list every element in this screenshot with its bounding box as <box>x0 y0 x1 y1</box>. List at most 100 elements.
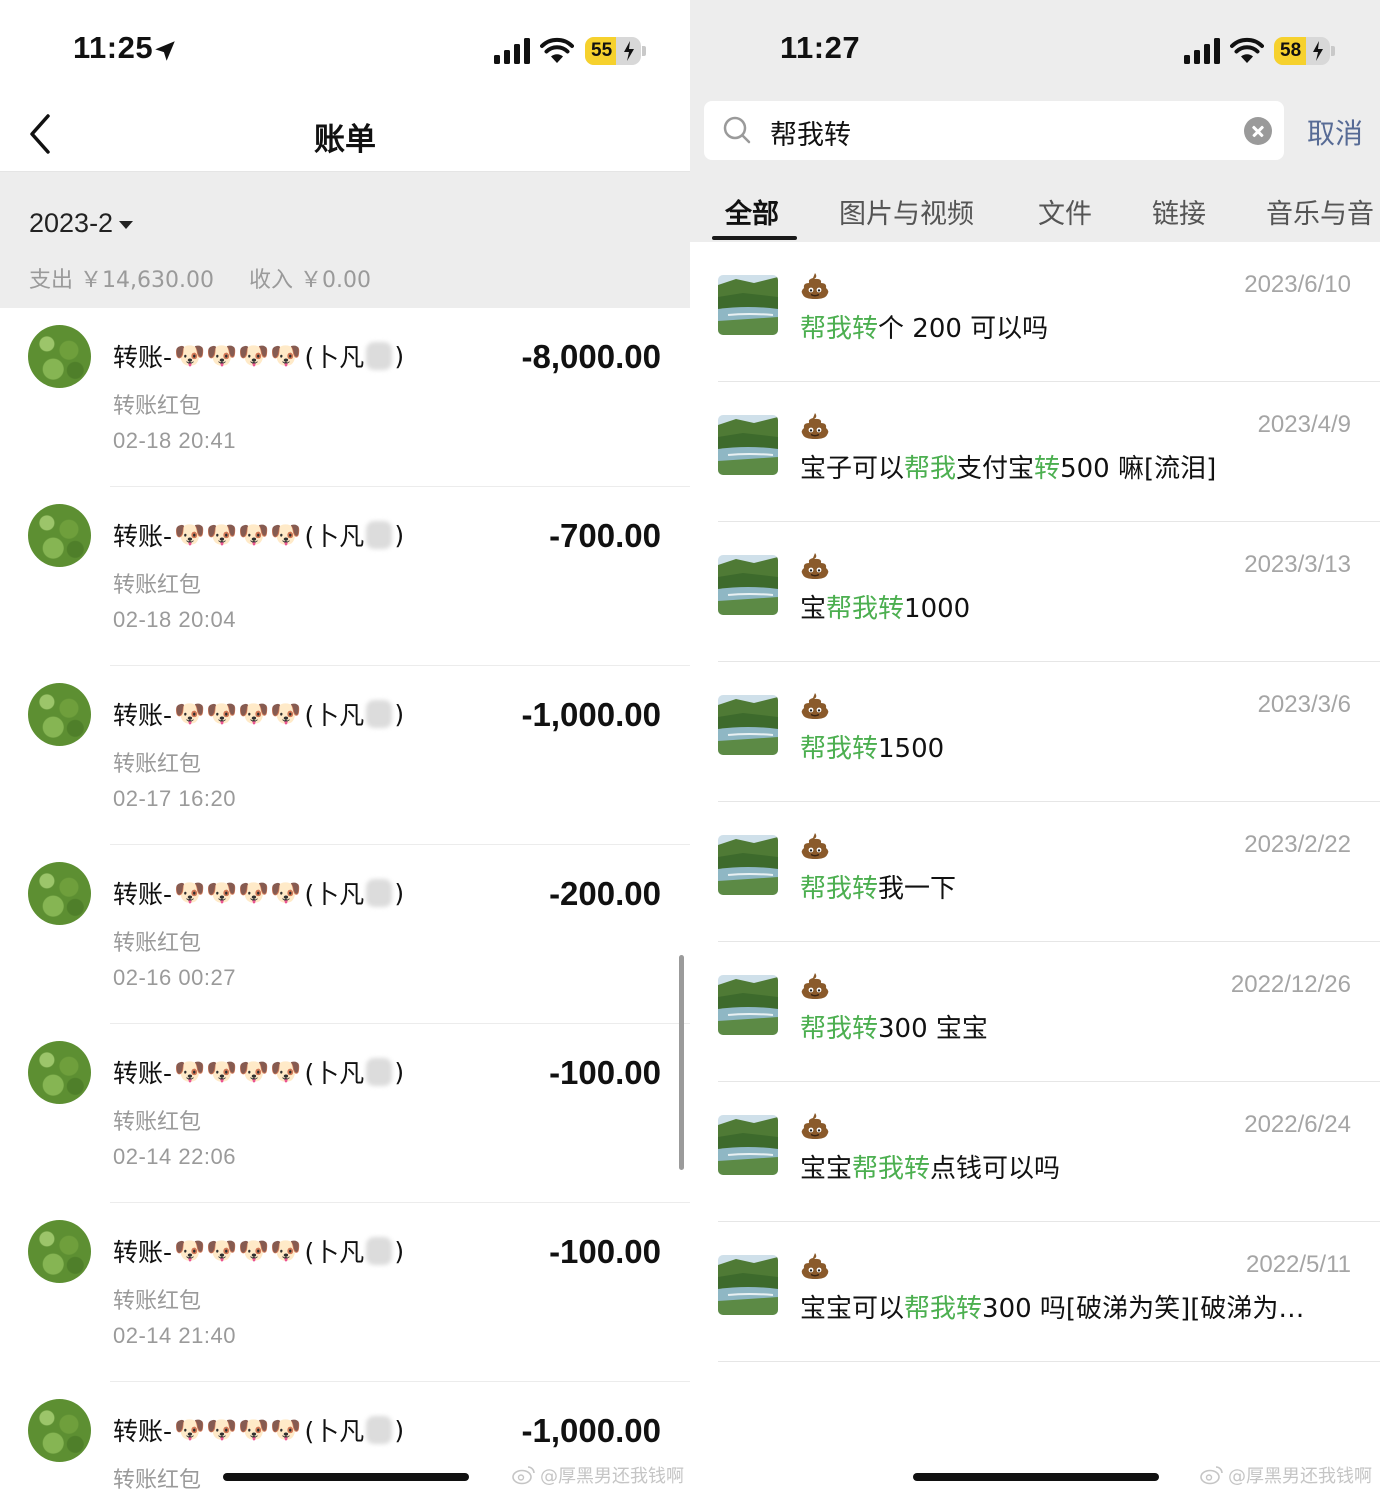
message-date: 2022/6/24 <box>1244 1111 1351 1138</box>
avatar <box>28 683 91 746</box>
message-date: 2023/6/10 <box>1244 271 1351 298</box>
clear-icon[interactable] <box>1244 117 1272 145</box>
bill-type: 转账红包 <box>113 931 202 956</box>
bill-suffix: ) <box>394 1057 405 1087</box>
tab-images-videos[interactable]: 图片与视频 <box>839 192 974 231</box>
battery-nub <box>1331 46 1335 56</box>
poop-icon <box>800 692 830 720</box>
message-text: 宝子可以 <box>800 454 905 484</box>
bill-row[interactable]: 转账- 🐶🐶🐶🐶 (卜凡) 转账红包 02-14 22:06 -100.00 <box>0 1024 690 1203</box>
avatar <box>28 1220 91 1283</box>
caret-down-icon <box>119 220 134 229</box>
search-query: 帮我转 <box>770 120 851 151</box>
avatar <box>28 504 91 567</box>
search-result-item[interactable]: 2022/5/11 宝宝可以帮我转300 吗[破涕为笑][破涕为… <box>690 1222 1380 1362</box>
tab-all[interactable]: 全部 <box>725 192 779 231</box>
keyword-highlight: 帮我转 <box>800 1014 879 1044</box>
poop-icon <box>800 412 830 440</box>
home-indicator[interactable] <box>223 1473 469 1481</box>
search-result-item[interactable]: 2023/3/13 宝帮我转1000 <box>690 522 1380 662</box>
chat-search-screen: 11:27 58 帮我转 取消 全部 图片与视频 文件 链接 音乐与音 2023… <box>690 0 1380 1496</box>
bill-amount: -100.00 <box>549 1233 661 1270</box>
tab-music-audio[interactable]: 音乐与音 <box>1266 192 1374 231</box>
keyword-highlight: 帮我转 <box>826 594 905 624</box>
bill-type: 转账红包 <box>113 752 202 777</box>
cancel-button[interactable]: 取消 <box>1307 112 1363 152</box>
month-selector[interactable]: 2023-2 <box>29 208 134 239</box>
poop-icon <box>800 1112 830 1140</box>
weibo-icon <box>1200 1466 1223 1485</box>
bill-type: 转账红包 <box>113 1289 202 1314</box>
tab-files[interactable]: 文件 <box>1038 192 1092 231</box>
dog-emoji-icon: 🐶🐶🐶🐶 <box>174 1236 303 1265</box>
bill-suffix: ) <box>394 878 405 908</box>
search-result-item[interactable]: 2023/4/9 宝子可以帮我支付宝转500 嘛[流泪] <box>690 382 1380 522</box>
nav-bar: 账单 <box>0 100 690 172</box>
bill-time: 02-17 16:20 <box>113 786 236 811</box>
dog-emoji-icon: 🐶🐶🐶🐶 <box>174 1415 303 1444</box>
payee-name: (卜凡 <box>304 522 365 551</box>
bill-row[interactable]: 转账- 🐶🐶🐶🐶 (卜凡) 转账红包 02-14 21:40 -100.00 <box>0 1203 690 1382</box>
bill-suffix: ) <box>394 520 405 550</box>
watermark: @厚黑男还我钱啊 <box>1200 1462 1372 1488</box>
poop-icon <box>800 552 830 580</box>
search-input[interactable]: 帮我转 <box>704 101 1284 160</box>
blurred-text <box>366 342 393 370</box>
bill-time: 02-14 21:40 <box>113 1323 236 1348</box>
chat-avatar <box>718 275 778 335</box>
home-indicator[interactable] <box>913 1473 1159 1481</box>
payee-name: (卜凡 <box>304 701 365 730</box>
search-result-item[interactable]: 2023/6/10 帮我转个 200 可以吗 <box>690 242 1380 382</box>
bill-row[interactable]: 转账- 🐶🐶🐶🐶 (卜凡) 转账红包 02-18 20:04 -700.00 <box>0 487 690 666</box>
income-total: 收入 ￥0.00 <box>248 268 371 293</box>
bill-row[interactable]: 转账- 🐶🐶🐶🐶 (卜凡) 转账红包 02-17 16:20 -1,000.00 <box>0 666 690 845</box>
avatar <box>28 1041 91 1104</box>
bill-suffix: ) <box>394 1415 405 1445</box>
bill-prefix: 转账- <box>113 522 173 551</box>
search-result-item[interactable]: 2023/3/6 帮我转1500 <box>690 662 1380 802</box>
blurred-text <box>366 879 393 907</box>
bill-suffix: ) <box>394 341 405 371</box>
keyword-highlight: 帮我转 <box>852 1154 931 1184</box>
bill-title: 转账- 🐶🐶🐶🐶 (卜凡) <box>113 875 404 911</box>
search-result-item[interactable]: 2023/2/22 帮我转我一下 <box>690 802 1380 942</box>
bill-prefix: 转账- <box>113 1417 173 1446</box>
watermark: @厚黑男还我钱啊 <box>512 1462 684 1488</box>
message-text: 500 嘛[流泪] <box>1060 454 1217 484</box>
signal-icon <box>1184 38 1220 64</box>
search-icon <box>723 116 751 144</box>
page-title: 账单 <box>314 122 376 158</box>
charging-bolt-icon <box>624 41 634 61</box>
bill-title: 转账- 🐶🐶🐶🐶 (卜凡) <box>113 1412 404 1448</box>
status-time: 11:27 <box>780 30 861 65</box>
bill-type: 转账红包 <box>113 394 202 419</box>
scrollbar[interactable] <box>679 955 684 1170</box>
chat-avatar <box>718 1115 778 1175</box>
tab-links[interactable]: 链接 <box>1152 192 1206 231</box>
payee-name: (卜凡 <box>304 343 365 372</box>
avatar <box>28 862 91 925</box>
bill-time: 02-18 20:04 <box>113 607 236 632</box>
keyword-highlight: 帮我转 <box>904 1294 983 1324</box>
chat-avatar <box>718 695 778 755</box>
search-result-item[interactable]: 2022/12/26 帮我转300 宝宝 <box>690 942 1380 1082</box>
dog-emoji-icon: 🐶🐶🐶🐶 <box>174 520 303 549</box>
month-label: 2023-2 <box>29 208 114 238</box>
bill-suffix: ) <box>394 699 405 729</box>
payee-name: (卜凡 <box>304 1238 365 1267</box>
dog-emoji-icon: 🐶🐶🐶🐶 <box>174 341 303 370</box>
search-result-item[interactable]: 2022/6/24 宝宝帮我转点钱可以吗 <box>690 1082 1380 1222</box>
bill-row[interactable]: 转账- 🐶🐶🐶🐶 (卜凡) 转账红包 02-18 20:41 -8,000.00 <box>0 308 690 487</box>
keyword-highlight: 帮我转 <box>800 874 879 904</box>
poop-icon <box>800 832 830 860</box>
bill-row[interactable]: 转账- 🐶🐶🐶🐶 (卜凡) 转账红包 02-16 00:27 -200.00 <box>0 845 690 1024</box>
bill-amount: -1,000.00 <box>521 696 661 733</box>
bill-list: 转账- 🐶🐶🐶🐶 (卜凡) 转账红包 02-18 20:41 -8,000.00 转账- 🐶🐶… <box>0 308 690 1496</box>
status-bar: 11:25 55 <box>0 0 690 100</box>
battery-nub <box>642 46 646 56</box>
message-text: 宝 <box>800 594 827 624</box>
filter-tabs: 全部 图片与视频 文件 链接 音乐与音 <box>690 192 1380 242</box>
bill-time: 02-18 20:41 <box>113 428 236 453</box>
message-text: 1000 <box>904 594 971 624</box>
month-summary: 支出 ￥14,630.00 收入 ￥0.00 <box>29 262 399 294</box>
